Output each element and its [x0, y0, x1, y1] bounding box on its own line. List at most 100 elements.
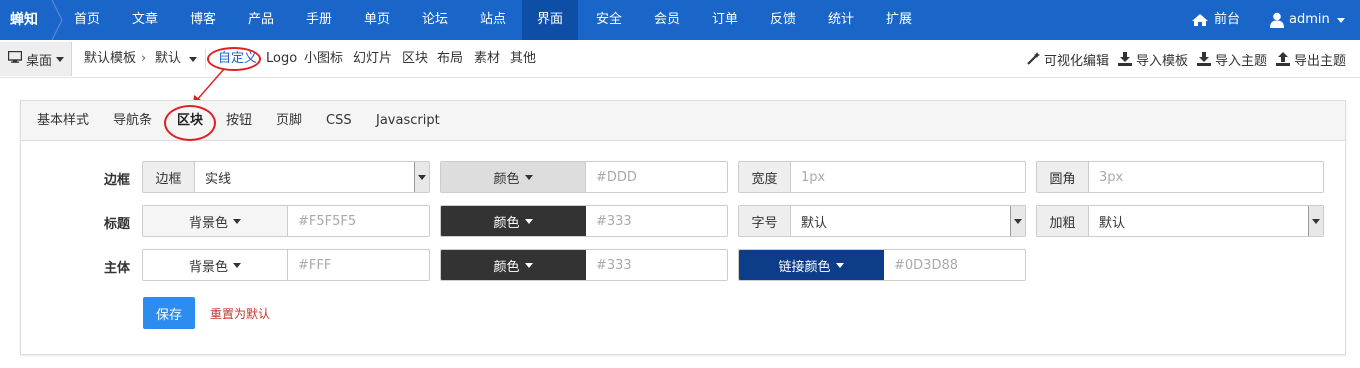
title-fontsize-addon: 字号: [739, 206, 791, 236]
body-color-picker[interactable]: 颜色: [441, 250, 586, 280]
magic-wand-icon: [1026, 52, 1040, 66]
border-width-input[interactable]: 1px: [791, 162, 1025, 192]
import-template-button[interactable]: 导入模板: [1118, 40, 1188, 78]
top-navbar: 蝉知 首页 文章 博客 产品 手册 单页 论坛 站点 界面 安全 会员 订单 反…: [0, 0, 1360, 40]
tab-javascript[interactable]: Javascript: [376, 101, 440, 141]
border-style-value: 实线: [205, 171, 232, 187]
nav-item-book[interactable]: 手册: [294, 0, 344, 40]
title-fontsize-value: 默认: [801, 215, 828, 231]
nav-item-home[interactable]: 首页: [62, 0, 112, 40]
nav-item-site[interactable]: 站点: [468, 0, 518, 40]
title-color-field[interactable]: 颜色 #333: [440, 205, 728, 237]
nav-item-ui[interactable]: 界面: [522, 0, 578, 40]
chevron-down-icon: [524, 218, 533, 224]
title-bg-input[interactable]: #F5F5F5: [288, 206, 429, 236]
nav-item-feedback[interactable]: 反馈: [758, 0, 808, 40]
subnav-favicon[interactable]: 小图标: [304, 40, 343, 78]
title-bold-select[interactable]: 加粗 默认: [1036, 205, 1324, 237]
body-link-color-picker[interactable]: 链接颜色: [739, 250, 884, 280]
subnav-blocks[interactable]: 区块: [402, 40, 428, 78]
user-name: admin: [1289, 12, 1330, 27]
nav-item-forum[interactable]: 论坛: [410, 0, 460, 40]
chevron-down-icon: [524, 262, 533, 268]
frontend-link[interactable]: 前台: [1191, 0, 1240, 40]
theme-link[interactable]: 默认模板: [84, 40, 136, 78]
export-theme-button[interactable]: 导出主题: [1276, 40, 1346, 78]
import-theme-button[interactable]: 导入主题: [1197, 40, 1267, 78]
title-color-addon: 颜色: [493, 215, 520, 231]
tab-block[interactable]: 区块: [177, 101, 203, 141]
chevron-down-icon: [524, 174, 533, 180]
border-color-field[interactable]: 颜色 #DDD: [440, 161, 728, 193]
body-link-color-addon: 链接颜色: [778, 259, 831, 275]
download-icon: [1197, 52, 1211, 66]
tab-navbar[interactable]: 导航条: [113, 101, 152, 141]
chevron-down-icon: [233, 262, 241, 268]
select-arrow-icon: [414, 162, 429, 192]
tab-button[interactable]: 按钮: [226, 101, 252, 141]
border-radius-input[interactable]: 3px: [1089, 162, 1323, 192]
title-color-input[interactable]: #333: [586, 206, 727, 236]
style-tabs: 基本样式 导航条 区块 按钮 页脚 CSS Javascript: [21, 101, 1345, 141]
subnav-other[interactable]: 其他: [510, 40, 536, 78]
chevron-down-icon: [1336, 17, 1345, 23]
nav-item-page[interactable]: 单页: [352, 0, 402, 40]
user-menu[interactable]: admin: [1270, 0, 1345, 40]
border-radius-field[interactable]: 圆角 3px: [1036, 161, 1324, 193]
save-button[interactable]: 保存: [143, 297, 195, 329]
body-color-addon: 颜色: [493, 259, 520, 275]
body-bg-addon: 背景色: [188, 259, 228, 275]
chevron-down-icon: [835, 262, 844, 268]
nav-item-article[interactable]: 文章: [120, 0, 170, 40]
border-width-addon: 宽度: [739, 162, 791, 192]
nav-item-member[interactable]: 会员: [642, 0, 692, 40]
title-bg-field[interactable]: 背景色 #F5F5F5: [142, 205, 430, 237]
subnav-layout[interactable]: 布局: [437, 40, 463, 78]
title-color-picker[interactable]: 颜色: [441, 206, 586, 236]
body-color-field[interactable]: 颜色 #333: [440, 249, 728, 281]
body-bg-picker[interactable]: 背景色: [143, 250, 288, 280]
border-color-input[interactable]: #DDD: [586, 162, 727, 192]
row-label-title: 标题: [103, 217, 130, 232]
nav-item-order[interactable]: 订单: [700, 0, 750, 40]
chevron-down-icon: [189, 56, 198, 62]
desktop-dropdown[interactable]: 桌面: [0, 42, 72, 76]
border-radius-addon: 圆角: [1037, 162, 1089, 192]
tab-css[interactable]: CSS: [326, 101, 352, 141]
import-template-label: 导入模板: [1136, 53, 1189, 69]
chevron-down-icon: [56, 56, 65, 62]
subnav-material[interactable]: 素材: [474, 40, 500, 78]
tab-footer[interactable]: 页脚: [276, 101, 302, 141]
nav-item-extension[interactable]: 扩展: [874, 0, 924, 40]
body-link-color-field[interactable]: 链接颜色 #0D3D88: [738, 249, 1026, 281]
visual-edit-button[interactable]: 可视化编辑: [1026, 40, 1109, 78]
upload-icon: [1276, 52, 1290, 66]
nav-item-security[interactable]: 安全: [584, 0, 634, 40]
title-bold-addon: 加粗: [1037, 206, 1089, 236]
title-bg-addon: 背景色: [188, 215, 228, 231]
body-bg-field[interactable]: 背景色 #FFF: [142, 249, 430, 281]
title-bg-picker[interactable]: 背景色: [143, 206, 288, 236]
visual-edit-label: 可视化编辑: [1044, 53, 1110, 69]
border-style-addon: 边框: [143, 162, 195, 192]
download-icon: [1118, 52, 1132, 66]
border-color-picker[interactable]: 颜色: [441, 162, 586, 192]
home-icon: [1191, 13, 1209, 27]
nav-item-stats[interactable]: 统计: [816, 0, 866, 40]
body-link-color-input[interactable]: #0D3D88: [884, 250, 1025, 280]
border-width-field[interactable]: 宽度 1px: [738, 161, 1026, 193]
subnav-slides[interactable]: 幻灯片: [353, 40, 392, 78]
title-bold-value: 默认: [1099, 215, 1126, 231]
subnav-logo[interactable]: Logo: [266, 40, 297, 78]
tab-basic[interactable]: 基本样式: [37, 101, 89, 141]
title-fontsize-select[interactable]: 字号 默认: [738, 205, 1026, 237]
body-bg-input[interactable]: #FFF: [288, 250, 429, 280]
frontend-label: 前台: [1214, 12, 1241, 27]
body-color-input[interactable]: #333: [586, 250, 727, 280]
user-icon: [1270, 12, 1284, 28]
border-style-select[interactable]: 边框 实线: [142, 161, 430, 193]
nav-item-product[interactable]: 产品: [236, 0, 286, 40]
select-arrow-icon: [1010, 206, 1025, 236]
reset-default-link[interactable]: 重置为默认: [210, 305, 270, 322]
nav-item-blog[interactable]: 博客: [178, 0, 228, 40]
